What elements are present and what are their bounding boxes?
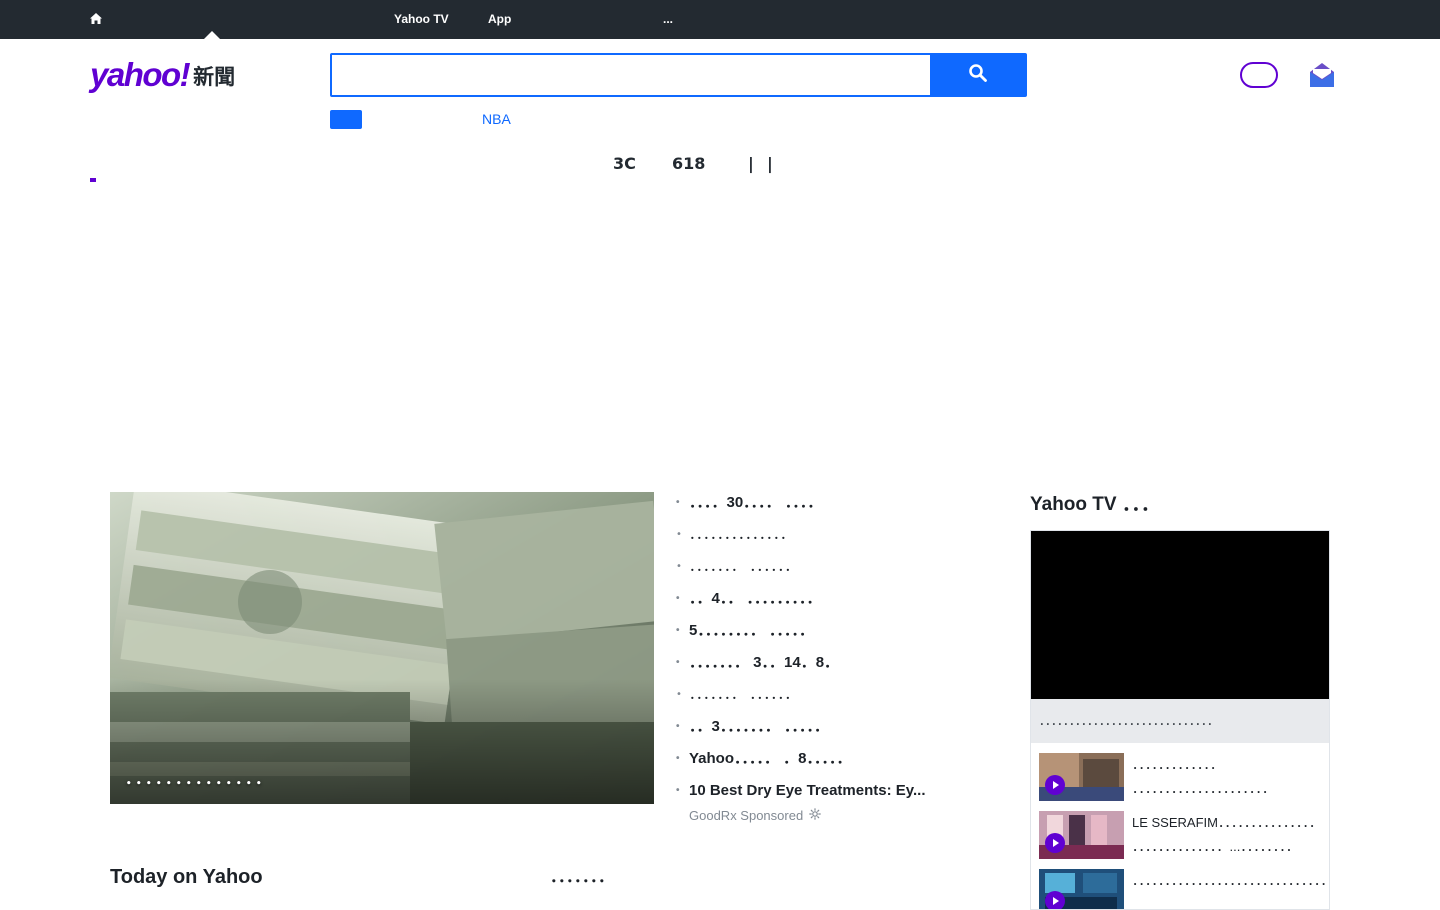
headline-item[interactable]: ．．．．．．． ．．．．．． — [676, 684, 966, 706]
category-separator: | — [767, 154, 773, 173]
search-button[interactable] — [930, 54, 1026, 96]
play-icon — [1045, 891, 1065, 909]
search-bar — [330, 53, 1027, 97]
category-separator: | — [748, 154, 754, 173]
now-playing-title: ．．．．．．．．．．．．．．．．．．．．．．．．．．．．． — [1031, 699, 1329, 743]
hero-story[interactable]: ．．．．．．．．．．．．．． — [110, 492, 654, 804]
headline-item[interactable]: ．．4．． ．．．．．．．．． — [676, 588, 966, 610]
tv-module: ．．．．．．．．．．．．．．．．．．．．．．．．．．．．． ．．．．．．．．．．… — [1030, 530, 1330, 910]
topnav-item-app[interactable]: App — [488, 11, 511, 27]
headline-item[interactable]: ．．3．．．．．．． ．．．．． — [676, 716, 966, 738]
trending-badge[interactable] — [330, 110, 362, 129]
tv-section-title: Yahoo TV ．．． — [1030, 494, 1160, 515]
search-input[interactable] — [332, 55, 930, 95]
tv-playlist-item[interactable]: LE SSERAFIM．．．．．．．．．．．．．．． ．．．．．．．．．．．．．… — [1039, 811, 1329, 861]
yahoo-news-logo[interactable]: yahoo! 新聞 — [90, 58, 235, 92]
headline-item[interactable]: ．．．．．．． ．．．．．． — [676, 556, 966, 578]
sponsor-label: GoodRx Sponsored — [689, 808, 821, 824]
signin-button[interactable] — [1240, 62, 1278, 88]
active-tab-caret — [204, 31, 220, 39]
home-icon[interactable] — [88, 11, 104, 27]
hero-image-money — [110, 492, 654, 804]
headline-item[interactable]: ．．．．．．． 3．．14．8． — [676, 652, 966, 674]
headline-item[interactable]: Yahoo．．．．． ．8．．．．． — [676, 748, 966, 770]
category-item-618[interactable]: 618 — [672, 154, 705, 174]
video-player[interactable] — [1031, 531, 1329, 699]
headline-item[interactable]: ．．．．．．．．．．．．．． — [676, 524, 966, 546]
tv-item-title: ．．．．．．．．．．．．．．．．．．．．．．．．．．．．．．． — [1132, 873, 1330, 888]
headline-item[interactable]: 5．．．．．．．． ．．．．． — [676, 620, 966, 642]
logo-section-name: 新聞 — [193, 65, 236, 89]
search-icon — [968, 63, 988, 87]
top-navigation-bar: Yahoo TV App ... — [0, 0, 1440, 39]
play-icon — [1045, 775, 1065, 795]
info-icon[interactable] — [809, 808, 821, 824]
topnav-item-yahoo-tv[interactable]: Yahoo TV — [394, 11, 449, 27]
tv-item-title: ．．．．．．．．．．．．． ．．．．．．．．．．．．．．．．．．．．． — [1132, 757, 1276, 796]
mail-icon[interactable] — [1309, 61, 1335, 89]
headline-item[interactable]: ．．．．30．．．． ．．．． — [676, 492, 966, 514]
today-on-yahoo-title: Today on Yahoo — [110, 866, 263, 888]
sponsored-headline[interactable]: 10 Best Dry Eye Treatments: Ey... — [676, 780, 966, 802]
topnav-item-more[interactable]: ... — [663, 11, 673, 27]
sponsor-text: GoodRx Sponsored — [689, 808, 804, 823]
trending-link-nba[interactable]: NBA — [482, 111, 511, 128]
logo-brand: yahoo! — [90, 56, 191, 93]
section-title: ．．．．．．． — [550, 867, 615, 886]
tv-playlist-item[interactable]: ．．．．．．．．．．．．．．．．．．．．．．．．．．．．．．． — [1039, 869, 1330, 909]
play-icon — [1045, 833, 1065, 853]
tv-playlist-item[interactable]: ．．．．．．．．．．．．． ．．．．．．．．．．．．．．．．．．．．． — [1039, 753, 1329, 803]
tv-item-title: LE SSERAFIM．．．．．．．．．．．．．．． ．．．．．．．．．．．．．… — [1132, 815, 1322, 854]
category-item-3c[interactable]: 3C — [613, 154, 636, 174]
active-category-indicator — [90, 178, 96, 182]
hero-caption: ．．．．．．．．．．．．．． — [124, 765, 274, 789]
